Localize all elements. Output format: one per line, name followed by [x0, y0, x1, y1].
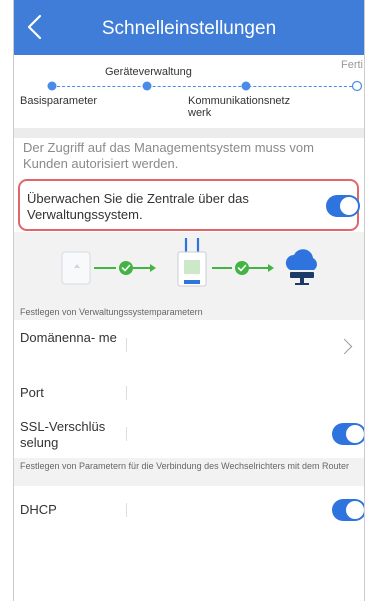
- step-node-kommunikationsnetzwerk: [241, 81, 251, 91]
- row-divider: [126, 386, 127, 400]
- authorization-notice: Der Zugriff auf das Managementsystem mus…: [23, 140, 314, 171]
- monitor-toggle[interactable]: [326, 195, 360, 217]
- inverter-icon: [61, 251, 91, 285]
- progress-stepper: Basisparameter Geräteverwaltung Kommunik…: [14, 55, 364, 127]
- section-header-router: Festlegen von Parametern für die Verbind…: [14, 458, 364, 486]
- row-divider: [126, 338, 127, 352]
- step-node-fertig: [351, 80, 363, 92]
- divider-band: [14, 128, 364, 138]
- toggle-knob: [346, 425, 364, 443]
- app-screen: Schnelleinstellungen Basisparameter Gerä…: [13, 0, 365, 601]
- domain-name-row[interactable]: Domänenna- me: [14, 320, 364, 372]
- ssl-row: SSL-Verschlüs selung: [14, 413, 364, 455]
- smart-dongle-icon: [177, 238, 207, 287]
- ssl-toggle[interactable]: [332, 423, 364, 445]
- port-row[interactable]: Port: [14, 375, 364, 409]
- check-circle-icon: [235, 261, 249, 275]
- diagram-graphic: [61, 238, 317, 287]
- port-label: Port: [20, 385, 44, 400]
- row-divider: [126, 503, 127, 517]
- ssl-label: SSL-Verschlüs selung: [20, 419, 106, 450]
- row-divider: [126, 427, 127, 441]
- toggle-knob: [340, 197, 358, 215]
- check-circle-icon: [119, 261, 133, 275]
- step-label-kommunikationsnetzwerk: Kommunikationsnetz werk: [188, 95, 291, 119]
- step-label-geraeteverwaltung: Geräteverwaltung: [105, 66, 192, 78]
- connection-diagram: [14, 232, 364, 304]
- cloud-server-icon: [285, 249, 317, 285]
- monitor-label: Überwachen Sie die Zentrale über das Ver…: [27, 191, 249, 222]
- dhcp-toggle[interactable]: [332, 499, 364, 521]
- title-bar: Schnelleinstellungen: [14, 0, 364, 55]
- chevron-right-icon[interactable]: [336, 338, 353, 355]
- step-label-basisparameter: Basisparameter: [20, 95, 98, 107]
- domain-name-label: Domänenna- me: [20, 330, 117, 345]
- section-header-management: Festlegen von Verwaltungssystemparameter…: [14, 304, 364, 321]
- dhcp-label: DHCP: [20, 502, 57, 517]
- step-node-geraeteverwaltung: [142, 81, 152, 91]
- step-label-fertig: Ferti: [341, 59, 363, 71]
- monitor-setting-row: Überwachen Sie die Zentrale über das Ver…: [18, 179, 360, 231]
- toggle-knob: [346, 501, 364, 519]
- page-title: Schnelleinstellungen: [101, 18, 277, 39]
- dhcp-row: DHCP: [14, 488, 364, 532]
- step-node-basisparameter: [47, 81, 57, 91]
